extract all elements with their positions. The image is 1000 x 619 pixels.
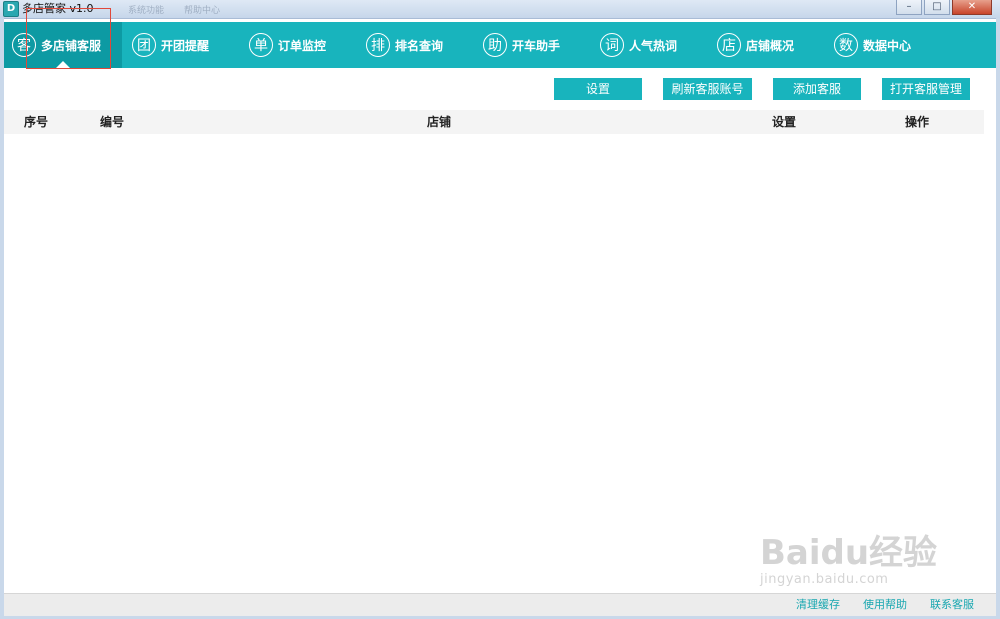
- contact-service-link[interactable]: 联系客服: [930, 597, 974, 613]
- nav-label: 开团提醒: [161, 38, 210, 53]
- nav-label: 开车助手: [512, 38, 561, 53]
- nav-label: 数据中心: [863, 38, 912, 53]
- column-index[interactable]: 序号: [24, 110, 48, 134]
- nav-label: 排名查询: [395, 38, 444, 53]
- data-icon: 数: [834, 33, 858, 57]
- nav-label: 订单监控: [278, 38, 327, 53]
- assistant-icon: 助: [483, 33, 507, 57]
- nav-label: 人气热词: [629, 38, 678, 53]
- clear-cache-link[interactable]: 清理缓存: [796, 597, 840, 613]
- add-service-button[interactable]: 添加客服: [773, 78, 861, 100]
- close-button[interactable]: ✕: [952, 0, 992, 15]
- nav-item-group-reminder[interactable]: 团 开团提醒: [122, 22, 239, 68]
- nav-label: 多店铺客服: [41, 38, 102, 53]
- column-actions[interactable]: 操作: [905, 110, 929, 134]
- nav-item-multi-shop-service[interactable]: 客 多店铺客服: [4, 22, 122, 68]
- service-icon: 客: [12, 33, 36, 57]
- nav-label: 店铺概况: [746, 38, 795, 53]
- refresh-accounts-button[interactable]: 刷新客服账号: [663, 78, 752, 100]
- column-settings[interactable]: 设置: [772, 110, 796, 134]
- nav-item-shop-overview[interactable]: 店 店铺概况: [707, 22, 824, 68]
- table-header: 序号 编号 店铺 设置 操作: [4, 110, 984, 134]
- ghost-menu-system: 系统功能: [128, 6, 165, 16]
- help-link[interactable]: 使用帮助: [863, 597, 907, 613]
- title-bar: D 多店管家 v1.0 系统功能 帮助中心 – □ ✕: [0, 0, 1000, 19]
- words-icon: 词: [600, 33, 624, 57]
- settings-button[interactable]: 设置: [554, 78, 642, 100]
- main-nav: 客 多店铺客服 团 开团提醒 单 订单监控 排 排名查询 助 开车助手 词 人气…: [4, 22, 996, 68]
- maximize-button[interactable]: □: [924, 0, 950, 15]
- ghost-menu-help: 帮助中心: [184, 6, 221, 16]
- ranking-icon: 排: [366, 33, 390, 57]
- nav-item-hot-words[interactable]: 词 人气热词: [590, 22, 707, 68]
- shop-icon: 店: [717, 33, 741, 57]
- nav-item-ranking-query[interactable]: 排 排名查询: [356, 22, 473, 68]
- nav-item-order-monitor[interactable]: 单 订单监控: [239, 22, 356, 68]
- status-bar: 清理缓存 使用帮助 联系客服: [4, 593, 996, 616]
- window-frame-right: [996, 18, 1000, 619]
- window-title: 多店管家 v1.0: [22, 2, 94, 15]
- order-icon: 单: [249, 33, 273, 57]
- column-code[interactable]: 编号: [100, 110, 124, 134]
- column-shop[interactable]: 店铺: [427, 110, 451, 134]
- minimize-button[interactable]: –: [896, 0, 922, 15]
- table-body: [4, 134, 996, 593]
- nav-item-driving-assistant[interactable]: 助 开车助手: [473, 22, 590, 68]
- window-controls: – □ ✕: [894, 0, 992, 15]
- group-icon: 团: [132, 33, 156, 57]
- open-management-button[interactable]: 打开客服管理: [882, 78, 970, 100]
- app-icon: D: [3, 1, 19, 17]
- active-caret-icon: [56, 61, 70, 68]
- nav-item-data-center[interactable]: 数 数据中心: [824, 22, 941, 68]
